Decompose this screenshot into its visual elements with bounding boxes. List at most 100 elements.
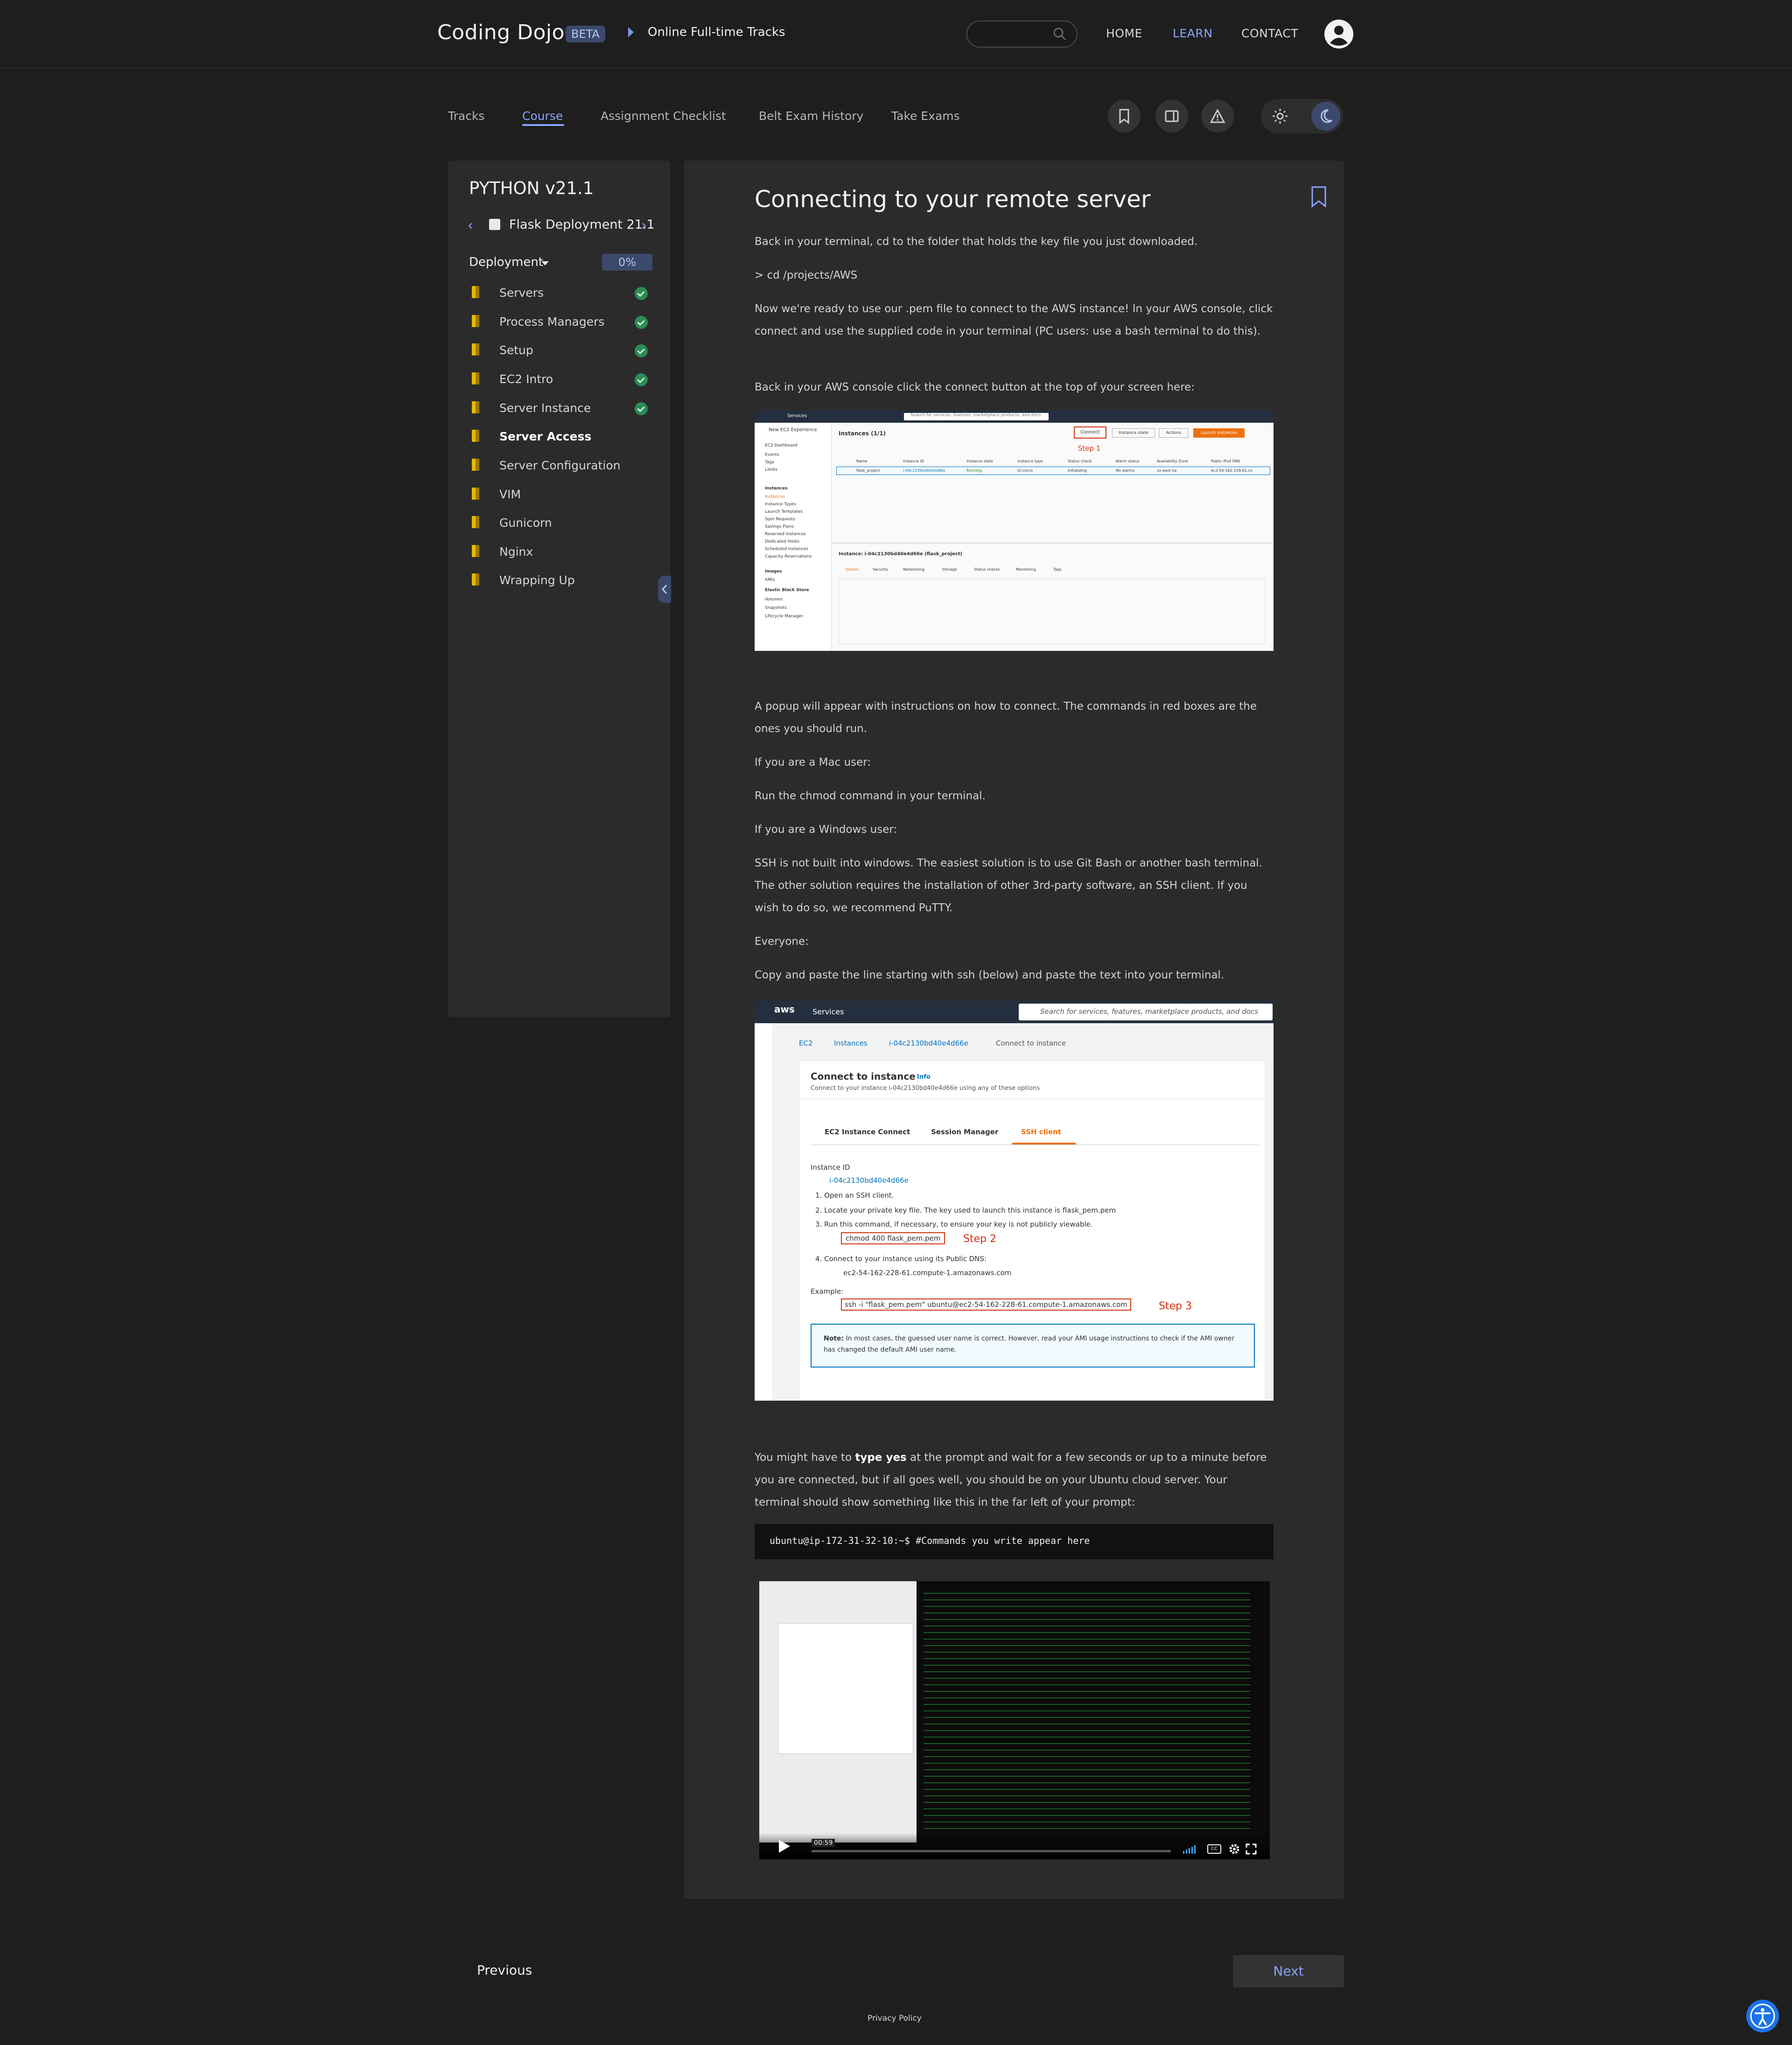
play-icon[interactable]	[777, 1839, 791, 1854]
aws-detail-tab: Status checks	[974, 567, 1000, 572]
chevron-down-icon[interactable]	[541, 261, 549, 265]
video-scrubber[interactable]	[812, 1850, 1171, 1852]
aws-sidebar-item: Instance Types	[765, 502, 796, 507]
accessibility-icon[interactable]	[1746, 2000, 1779, 2032]
sidebar-item-server-instance[interactable]: Server Instance	[469, 399, 656, 418]
paragraph: Copy and paste the line starting with ss…	[755, 969, 1225, 981]
logo[interactable]: Coding Dojo	[437, 21, 565, 44]
aws-detail-title: Instance: i-04c2130bd40e4d66e (flask_pro…	[839, 551, 962, 557]
previous-button[interactable]: Previous	[477, 1962, 532, 1978]
search-icon[interactable]	[1051, 25, 1069, 43]
sidebar-item-nginx[interactable]: Nginx	[469, 543, 656, 562]
sidebar-item-server-access[interactable]: Server Access	[469, 428, 656, 447]
code-line: > cd /projects/AWS	[755, 269, 858, 281]
paragraph: If you are a Windows user:	[755, 824, 897, 836]
sidebar-item-process-managers[interactable]: Process Managers	[469, 313, 656, 332]
aws-instances-heading: Instances (1/1)	[839, 430, 886, 437]
previous-module-chevron-icon[interactable]: ‹	[468, 217, 473, 234]
sidebar-item-servers[interactable]: Servers	[469, 284, 656, 303]
sidebar-item-label: Process Managers	[499, 315, 605, 328]
aws-connect-title: Connect to instance	[811, 1071, 916, 1082]
notes-button[interactable]	[1155, 100, 1188, 133]
beta-badge: BETA	[566, 26, 605, 42]
aws-services-menu: Services	[812, 1007, 844, 1016]
moon-icon	[1321, 109, 1333, 123]
check-icon	[635, 373, 648, 386]
sidebar-item-label: Setup	[499, 343, 533, 357]
tab-belt-exam-history[interactable]: Belt Exam History	[759, 109, 863, 123]
user-avatar-icon[interactable]	[1323, 19, 1354, 49]
collapse-sidebar-button[interactable]	[658, 576, 671, 603]
check-icon	[635, 316, 648, 329]
aws-search-input: Search for services, features, marketpla…	[904, 413, 1049, 420]
aws-sidebar-item: Lifecycle Manager	[765, 614, 803, 619]
dark-mode-button[interactable]	[1311, 102, 1340, 131]
tab-course[interactable]: Course	[522, 109, 563, 123]
tab-take-exams[interactable]: Take Exams	[891, 109, 960, 123]
nav-contact[interactable]: CONTACT	[1241, 27, 1298, 40]
volume-icon[interactable]	[1183, 1844, 1197, 1854]
document-icon	[472, 286, 479, 298]
document-icon	[472, 430, 479, 442]
paragraph: A popup will appear with instructions on…	[755, 700, 1257, 735]
aws-info-link: Info	[917, 1074, 931, 1081]
aws-sidebar-item: Dedicated Hosts	[765, 539, 799, 544]
report-issue-button[interactable]	[1201, 100, 1234, 133]
captions-icon[interactable]: CC	[1207, 1844, 1221, 1854]
document-icon	[472, 372, 479, 384]
sidebar-item-gunicorn[interactable]: Gunicorn	[469, 514, 656, 533]
aws-console-screenshot: Services Search for services, features, …	[755, 411, 1274, 651]
aws-col-header: Status check	[1068, 459, 1092, 463]
aws-sidebar-item: Elastic Block Store	[765, 588, 809, 593]
breadcrumb[interactable]: Online Full-time Tracks	[648, 25, 785, 39]
nav-home[interactable]: HOME	[1106, 27, 1142, 40]
document-icon	[472, 343, 479, 356]
aws-sidebar-item: Instances	[765, 486, 788, 491]
aws-launch-button: Launch instances	[1193, 428, 1245, 438]
aws-sidebar-item: Snapshots	[765, 606, 787, 610]
step-2-label: Step 2	[963, 1233, 997, 1245]
privacy-policy-link[interactable]: Privacy Policy	[868, 2014, 922, 2023]
lesson-title: Connecting to your remote server	[755, 186, 1151, 213]
next-module-chevron-icon[interactable]: ›	[641, 217, 647, 234]
aws-public-dns: ec2-54-162-228-61.compute-1.amazonaws.co…	[843, 1269, 1012, 1277]
light-mode-button[interactable]	[1266, 102, 1295, 131]
tab-tracks[interactable]: Tracks	[448, 109, 484, 123]
emphasis: type yes	[855, 1452, 907, 1464]
aws-col-header: Public IPv4 DNS	[1211, 459, 1240, 463]
sidebar-item-vim[interactable]: VIM	[469, 486, 656, 504]
next-button[interactable]: Next	[1233, 1955, 1344, 1988]
aws-detail-tab: Tags	[1053, 567, 1062, 572]
top-navbar	[0, 0, 1792, 68]
nav-learn[interactable]: LEARN	[1173, 27, 1212, 40]
module-checkbox[interactable]	[489, 219, 500, 230]
sidebar-item-wrapping-up[interactable]: Wrapping Up	[469, 572, 656, 590]
aws-step: 3. Run this command, if necessary, to en…	[815, 1220, 1093, 1228]
aws-sidebar-item: New EC2 Experience	[769, 427, 817, 433]
progress-badge: 0%	[602, 254, 652, 271]
paragraph: You might have to type yes at the prompt…	[755, 1446, 1274, 1514]
aws-tab: Session Manager	[931, 1128, 999, 1136]
fullscreen-icon[interactable]	[1246, 1843, 1257, 1855]
active-tab-underline	[522, 124, 564, 126]
aws-step: 2. Locate your private key file. The key…	[815, 1206, 1116, 1214]
sidebar-item-label: VIM	[499, 488, 521, 501]
sidebar-item-setup[interactable]: Setup	[469, 342, 656, 360]
sidebar-item-server-configuration[interactable]: Server Configuration	[469, 457, 656, 475]
document-icon	[472, 516, 479, 528]
aws-sidebar-item: Volumes	[765, 597, 783, 602]
paragraph: If you are a Mac user:	[755, 756, 871, 768]
video-player[interactable]: 00:59 CC	[759, 1572, 1270, 1859]
tab-assignment-checklist[interactable]: Assignment Checklist	[601, 109, 726, 123]
settings-gear-icon[interactable]	[1229, 1843, 1240, 1855]
aws-detail-tab: Monitoring	[1016, 567, 1036, 572]
paragraph: Everyone:	[755, 935, 809, 948]
aws-example-label: Example:	[811, 1287, 844, 1296]
aws-col-header: Instance state	[966, 459, 993, 463]
chapter-dropdown[interactable]: Deployment	[469, 255, 543, 269]
aws-sidebar-item: Events	[765, 453, 779, 457]
aws-col-header: Instance type	[1017, 459, 1043, 463]
bookmark-icon[interactable]	[1310, 186, 1327, 208]
bookmarks-button[interactable]	[1108, 100, 1141, 133]
sidebar-item-ec2-intro[interactable]: EC2 Intro	[469, 370, 656, 389]
